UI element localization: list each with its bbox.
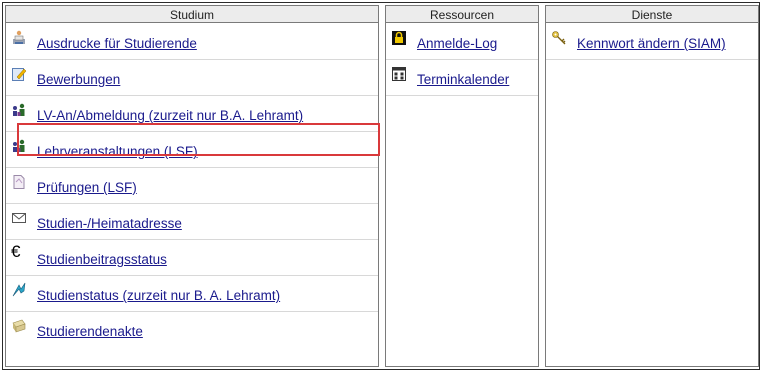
edit-form-icon [11, 66, 27, 82]
list-item: Kennwort ändern (SIAM) [546, 24, 758, 60]
list-item: Ausdrucke für Studierende [6, 24, 378, 60]
link-kennwort-aendern[interactable]: Kennwort ändern (SIAM) [577, 36, 726, 51]
lock-icon [391, 30, 407, 46]
group-people-icon [11, 102, 27, 118]
menu-table: Studium Ressourcen Dienste Ausdrucke für… [2, 2, 760, 370]
list-item: LV-An/Abmeldung (zurzeit nur B.A. Lehram… [6, 96, 378, 132]
status-arrow-icon [11, 282, 27, 298]
folder-stack-icon [11, 318, 27, 334]
link-lv-anmeldung[interactable]: LV-An/Abmeldung (zurzeit nur B.A. Lehram… [37, 108, 303, 123]
link-lehrveranstaltungen[interactable]: Lehrveranstaltungen (LSF) [37, 144, 198, 159]
list-item: Studierendenakte [6, 312, 378, 348]
column-studium: Ausdrucke für Studierende Bewerbungen LV… [5, 19, 379, 367]
calendar-icon [391, 66, 407, 82]
link-studienbeitragsstatus[interactable]: Studienbeitragsstatus [37, 252, 167, 267]
list-item: Terminkalender [386, 60, 538, 96]
euro-icon: € [11, 242, 21, 261]
list-item: Bewerbungen [6, 60, 378, 96]
group-people-icon [11, 138, 27, 154]
link-terminkalender[interactable]: Terminkalender [417, 72, 509, 87]
keys-icon [551, 30, 567, 46]
column-ressourcen: Anmelde-Log Terminkalender [385, 19, 539, 367]
list-item: Studien-/Heimatadresse [6, 204, 378, 240]
link-heimatadresse[interactable]: Studien-/Heimatadresse [37, 216, 182, 231]
printer-person-icon [11, 30, 27, 46]
link-studierendenakte[interactable]: Studierendenakte [37, 324, 143, 339]
link-studienstatus[interactable]: Studienstatus (zurzeit nur B. A. Lehramt… [37, 288, 280, 303]
list-item: Lehrveranstaltungen (LSF) [6, 132, 378, 168]
column-dienste: Kennwort ändern (SIAM) [545, 19, 759, 367]
envelope-icon [11, 210, 27, 226]
link-anmelde-log[interactable]: Anmelde-Log [417, 36, 497, 51]
link-bewerbungen[interactable]: Bewerbungen [37, 72, 120, 87]
list-item: Anmelde-Log [386, 24, 538, 60]
link-pruefungen[interactable]: Prüfungen (LSF) [37, 180, 137, 195]
list-item: € Studienbeitragsstatus [6, 240, 378, 276]
link-ausdrucke[interactable]: Ausdrucke für Studierende [37, 36, 197, 51]
list-item: Studienstatus (zurzeit nur B. A. Lehramt… [6, 276, 378, 312]
list-item: Prüfungen (LSF) [6, 168, 378, 204]
document-icon [11, 174, 27, 190]
